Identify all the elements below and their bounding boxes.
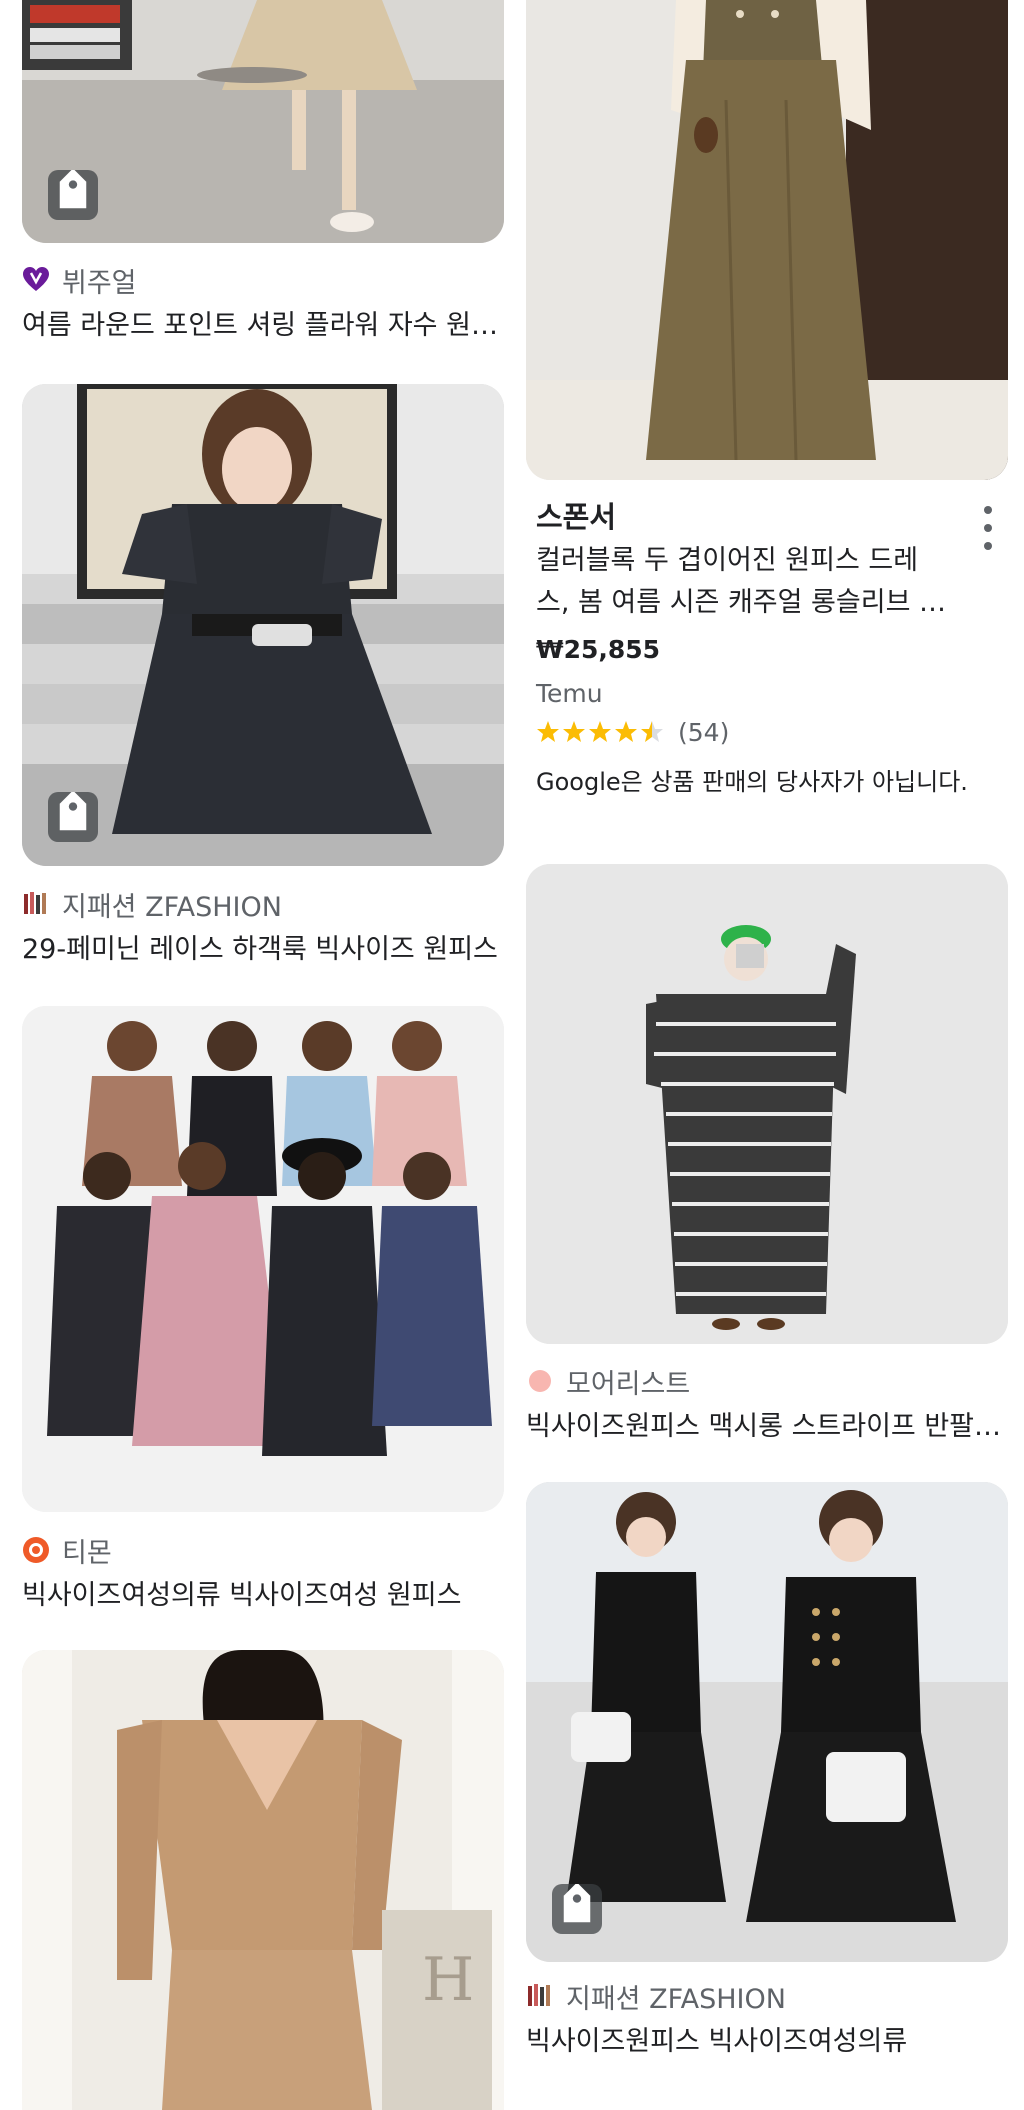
merchant-name: 지패션 ZFASHION [566,1983,786,2015]
product-title[interactable]: 빅사이즈원피스 빅사이즈여성의류 [526,2023,1008,2061]
product-title[interactable]: 빅사이즈여성의류 빅사이즈여성 원피스 [22,1577,504,1615]
sponsored-label: 스폰서 [536,500,617,534]
more-options-icon[interactable] [978,506,998,550]
product-image[interactable] [22,0,504,243]
merchant-row: 지패션 ZFASHION [22,886,282,923]
product-card[interactable]: 티몬 빅사이즈여성의류 빅사이즈여성 원피스 [22,1006,504,1611]
product-photo: H [22,1650,504,2110]
product-card[interactable]: 지패션 ZFASHION 29-페미닌 레이스 하객룩 빅사이즈 원피스 [22,384,504,965]
store-name: Temu [536,679,603,708]
product-image[interactable] [22,384,504,866]
merchant-name: 뷔주얼 [62,267,137,299]
product-image[interactable]: H [22,1650,504,2110]
merchant-row: 티몬 [22,1532,112,1569]
zfashion-logo-icon [22,890,50,918]
seller-disclaimer: Google은 상품 판매의 당사자가 아닙니다. [536,768,968,796]
sponsored-product-card[interactable]: 스폰서 컬러블록 두 겹이어진 원피스 드레 스, 봄 여름 시즌 캐주얼 롱슬… [526,0,1008,796]
title-line: 스, 봄 여름 시즌 캐주얼 롱슬리브 원피스 [536,587,956,618]
zfashion-logo-icon [526,1982,554,2010]
product-image[interactable] [22,1006,504,1512]
tmon-logo-icon [22,1536,50,1564]
product-title[interactable]: 29-페미닌 레이스 하객룩 빅사이즈 원피스 [22,931,504,969]
product-card[interactable]: H [22,1650,504,2110]
product-title[interactable]: 여름 라운드 포인트 셔링 플라워 자수 원피스 [22,307,504,345]
shopping-tag-icon [48,170,98,220]
product-photo [526,864,1008,1344]
shopping-tag-icon [552,1884,602,1934]
product-image[interactable] [526,1482,1008,1962]
moreist-logo-icon [526,1367,554,1395]
merchant-name: 티몬 [62,1537,112,1569]
title-line: 컬러블록 두 겹이어진 원피스 드레 [536,545,919,576]
merchant-name: 모어리스트 [566,1368,691,1400]
review-count: (54) [678,718,730,747]
heart-logo-icon [22,266,50,294]
product-card[interactable]: 지패션 ZFASHION 빅사이즈원피스 빅사이즈여성의류 [526,1482,1008,2057]
merchant-row: 지패션 ZFASHION [526,1978,786,2015]
merchant-row: 뷔주얼 [22,262,137,299]
shopping-tag-icon [48,792,98,842]
product-image[interactable] [526,864,1008,1344]
star-rating-icon [536,720,664,746]
product-image[interactable] [526,0,1008,480]
merchant-row: 모어리스트 [526,1363,691,1400]
svg-text:H: H [422,1945,474,2015]
product-card[interactable]: 모어리스트 빅사이즈원피스 맥시롱 스트라이프 반팔 원피스 [526,864,1008,1442]
merchant-name: 지패션 ZFASHION [62,891,282,923]
product-photo [22,1006,504,1512]
product-card[interactable]: 뷔주얼 여름 라운드 포인트 셔링 플라워 자수 원피스 [22,0,504,341]
product-title[interactable]: 컬러블록 두 겹이어진 원피스 드레 스, 봄 여름 시즌 캐주얼 롱슬리브 원… [536,540,956,624]
product-title[interactable]: 빅사이즈원피스 맥시롱 스트라이프 반팔 원피스 [526,1408,1008,1446]
product-photo [526,0,1008,480]
price: ₩25,855 [536,635,661,664]
rating: (54) [536,718,729,747]
